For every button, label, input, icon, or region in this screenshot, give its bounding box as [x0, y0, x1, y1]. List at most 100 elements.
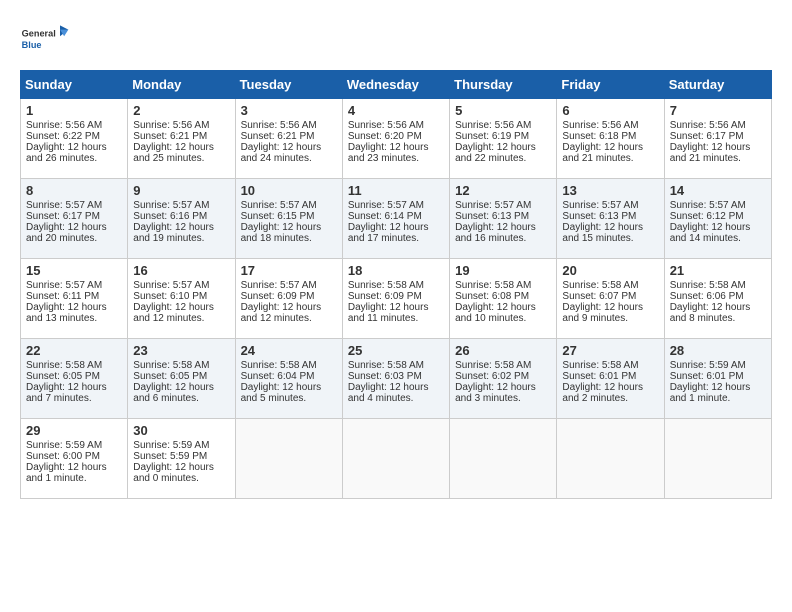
calendar-cell: [557, 419, 664, 499]
calendar-cell: [450, 419, 557, 499]
day-number: 18: [348, 263, 444, 278]
calendar-cell: 14 Sunrise: 5:57 AMSunset: 6:12 PMDayligh…: [664, 179, 771, 259]
calendar-header-row: SundayMondayTuesdayWednesdayThursdayFrid…: [21, 71, 772, 99]
day-info: Sunrise: 5:57 AMSunset: 6:13 PMDaylight:…: [562, 200, 643, 244]
day-number: 2: [133, 103, 229, 118]
calendar-week-row: 22 Sunrise: 5:58 AMSunset: 6:05 PMDayligh…: [21, 339, 772, 419]
calendar-cell: 9Sunrise: 5:57 AMSunset: 6:16 PMDaylight…: [128, 179, 235, 259]
calendar-cell: 15 Sunrise: 5:57 AMSunset: 6:11 PMDayligh…: [21, 259, 128, 339]
day-info: Sunrise: 5:58 AMSunset: 6:04 PMDaylight:…: [241, 360, 322, 404]
day-number: 14: [670, 183, 766, 198]
calendar-cell: 23 Sunrise: 5:58 AMSunset: 6:05 PMDayligh…: [128, 339, 235, 419]
day-number: 12: [455, 183, 551, 198]
calendar-cell: [664, 419, 771, 499]
calendar-week-row: 15 Sunrise: 5:57 AMSunset: 6:11 PMDayligh…: [21, 259, 772, 339]
calendar-cell: 16 Sunrise: 5:57 AMSunset: 6:10 PMDayligh…: [128, 259, 235, 339]
day-info: Sunrise: 5:58 AMSunset: 6:05 PMDaylight:…: [26, 360, 107, 404]
calendar-cell: 12Sunrise: 5:57 AMSunset: 6:13 PMDayligh…: [450, 179, 557, 259]
calendar-cell: [342, 419, 449, 499]
calendar-cell: 2 Sunrise: 5:56 AMSunset: 6:21 PMDaylight…: [128, 99, 235, 179]
day-info: Sunrise: 5:56 AMSunset: 6:21 PMDaylight:…: [241, 120, 322, 164]
calendar-table: SundayMondayTuesdayWednesdayThursdayFrid…: [20, 70, 772, 499]
day-number: 11: [348, 183, 444, 198]
header-tuesday: Tuesday: [235, 71, 342, 99]
day-info: Sunrise: 5:58 AMSunset: 6:06 PMDaylight:…: [670, 280, 751, 324]
day-info: Sunrise: 5:57 AMSunset: 6:09 PMDaylight:…: [241, 280, 322, 324]
calendar-week-row: 1 Sunrise: 5:56 AMSunset: 6:22 PMDaylight…: [21, 99, 772, 179]
calendar-cell: 3 Sunrise: 5:56 AMSunset: 6:21 PMDaylight…: [235, 99, 342, 179]
day-info: Sunrise: 5:58 AMSunset: 6:01 PMDaylight:…: [562, 360, 643, 404]
calendar-cell: 5 Sunrise: 5:56 AMSunset: 6:19 PMDaylight…: [450, 99, 557, 179]
day-number: 20: [562, 263, 658, 278]
day-info: Sunrise: 5:58 AMSunset: 6:03 PMDaylight:…: [348, 360, 429, 404]
calendar-cell: 1 Sunrise: 5:56 AMSunset: 6:22 PMDaylight…: [21, 99, 128, 179]
day-info: Sunrise: 5:58 AMSunset: 6:09 PMDaylight:…: [348, 280, 429, 324]
calendar-cell: 11 Sunrise: 5:57 AMSunset: 6:14 PMDayligh…: [342, 179, 449, 259]
day-info: Sunrise: 5:56 AMSunset: 6:18 PMDaylight:…: [562, 120, 643, 164]
day-info: Sunrise: 5:56 AMSunset: 6:20 PMDaylight:…: [348, 120, 429, 164]
calendar-cell: 26Sunrise: 5:58 AMSunset: 6:02 PMDayligh…: [450, 339, 557, 419]
day-info: Sunrise: 5:59 AMSunset: 6:01 PMDaylight:…: [670, 360, 751, 404]
day-info: Sunrise: 5:59 AMSunset: 5:59 PMDaylight:…: [133, 440, 214, 484]
day-info: Sunrise: 5:56 AMSunset: 6:21 PMDaylight:…: [133, 120, 214, 164]
day-info: Sunrise: 5:58 AMSunset: 6:07 PMDaylight:…: [562, 280, 643, 324]
day-info: Sunrise: 5:57 AMSunset: 6:15 PMDaylight:…: [241, 200, 322, 244]
day-number: 9: [133, 183, 229, 198]
day-info: Sunrise: 5:57 AMSunset: 6:12 PMDaylight:…: [670, 200, 751, 244]
calendar-cell: 8 Sunrise: 5:57 AMSunset: 6:17 PMDaylight…: [21, 179, 128, 259]
calendar-cell: 24Sunrise: 5:58 AMSunset: 6:04 PMDayligh…: [235, 339, 342, 419]
day-info: Sunrise: 5:57 AMSunset: 6:17 PMDaylight:…: [26, 200, 107, 244]
day-info: Sunrise: 5:56 AMSunset: 6:22 PMDaylight:…: [26, 120, 107, 164]
day-number: 8: [26, 183, 122, 198]
logo: General Blue: [20, 20, 70, 60]
calendar-week-row: 8 Sunrise: 5:57 AMSunset: 6:17 PMDaylight…: [21, 179, 772, 259]
calendar-cell: 21 Sunrise: 5:58 AMSunset: 6:06 PMDayligh…: [664, 259, 771, 339]
day-info: Sunrise: 5:57 AMSunset: 6:14 PMDaylight:…: [348, 200, 429, 244]
calendar-cell: 28Sunrise: 5:59 AMSunset: 6:01 PMDayligh…: [664, 339, 771, 419]
day-number: 25: [348, 343, 444, 358]
calendar-cell: 18 Sunrise: 5:58 AMSunset: 6:09 PMDayligh…: [342, 259, 449, 339]
day-number: 3: [241, 103, 337, 118]
day-number: 6: [562, 103, 658, 118]
calendar-cell: 10 Sunrise: 5:57 AMSunset: 6:15 PMDayligh…: [235, 179, 342, 259]
header-thursday: Thursday: [450, 71, 557, 99]
calendar-cell: 13 Sunrise: 5:57 AMSunset: 6:13 PMDayligh…: [557, 179, 664, 259]
day-number: 1: [26, 103, 122, 118]
day-info: Sunrise: 5:56 AMSunset: 6:19 PMDaylight:…: [455, 120, 536, 164]
page-header: General Blue: [20, 20, 772, 60]
day-number: 13: [562, 183, 658, 198]
calendar-cell: 17 Sunrise: 5:57 AMSunset: 6:09 PMDayligh…: [235, 259, 342, 339]
calendar-week-row: 29 Sunrise: 5:59 AMSunset: 6:00 PMDayligh…: [21, 419, 772, 499]
day-number: 17: [241, 263, 337, 278]
day-number: 10: [241, 183, 337, 198]
calendar-cell: 19 Sunrise: 5:58 AMSunset: 6:08 PMDayligh…: [450, 259, 557, 339]
day-number: 30: [133, 423, 229, 438]
logo-bird-icon: General Blue: [20, 20, 70, 60]
day-number: 22: [26, 343, 122, 358]
day-info: Sunrise: 5:58 AMSunset: 6:05 PMDaylight:…: [133, 360, 214, 404]
header-wednesday: Wednesday: [342, 71, 449, 99]
day-number: 4: [348, 103, 444, 118]
calendar-cell: 7Sunrise: 5:56 AMSunset: 6:17 PMDaylight…: [664, 99, 771, 179]
day-number: 23: [133, 343, 229, 358]
day-info: Sunrise: 5:59 AMSunset: 6:00 PMDaylight:…: [26, 440, 107, 484]
calendar-cell: [235, 419, 342, 499]
day-number: 19: [455, 263, 551, 278]
day-info: Sunrise: 5:58 AMSunset: 6:08 PMDaylight:…: [455, 280, 536, 324]
calendar-cell: 30 Sunrise: 5:59 AMSunset: 5:59 PMDayligh…: [128, 419, 235, 499]
day-number: 5: [455, 103, 551, 118]
day-number: 21: [670, 263, 766, 278]
day-info: Sunrise: 5:57 AMSunset: 6:10 PMDaylight:…: [133, 280, 214, 324]
calendar-cell: 6 Sunrise: 5:56 AMSunset: 6:18 PMDaylight…: [557, 99, 664, 179]
day-number: 27: [562, 343, 658, 358]
svg-text:General: General: [22, 28, 56, 38]
day-number: 26: [455, 343, 551, 358]
calendar-cell: 20 Sunrise: 5:58 AMSunset: 6:07 PMDayligh…: [557, 259, 664, 339]
calendar-cell: 27 Sunrise: 5:58 AMSunset: 6:01 PMDayligh…: [557, 339, 664, 419]
day-number: 16: [133, 263, 229, 278]
calendar-cell: 29 Sunrise: 5:59 AMSunset: 6:00 PMDayligh…: [21, 419, 128, 499]
day-info: Sunrise: 5:57 AMSunset: 6:11 PMDaylight:…: [26, 280, 107, 324]
day-number: 15: [26, 263, 122, 278]
day-number: 29: [26, 423, 122, 438]
calendar-cell: 4 Sunrise: 5:56 AMSunset: 6:20 PMDaylight…: [342, 99, 449, 179]
